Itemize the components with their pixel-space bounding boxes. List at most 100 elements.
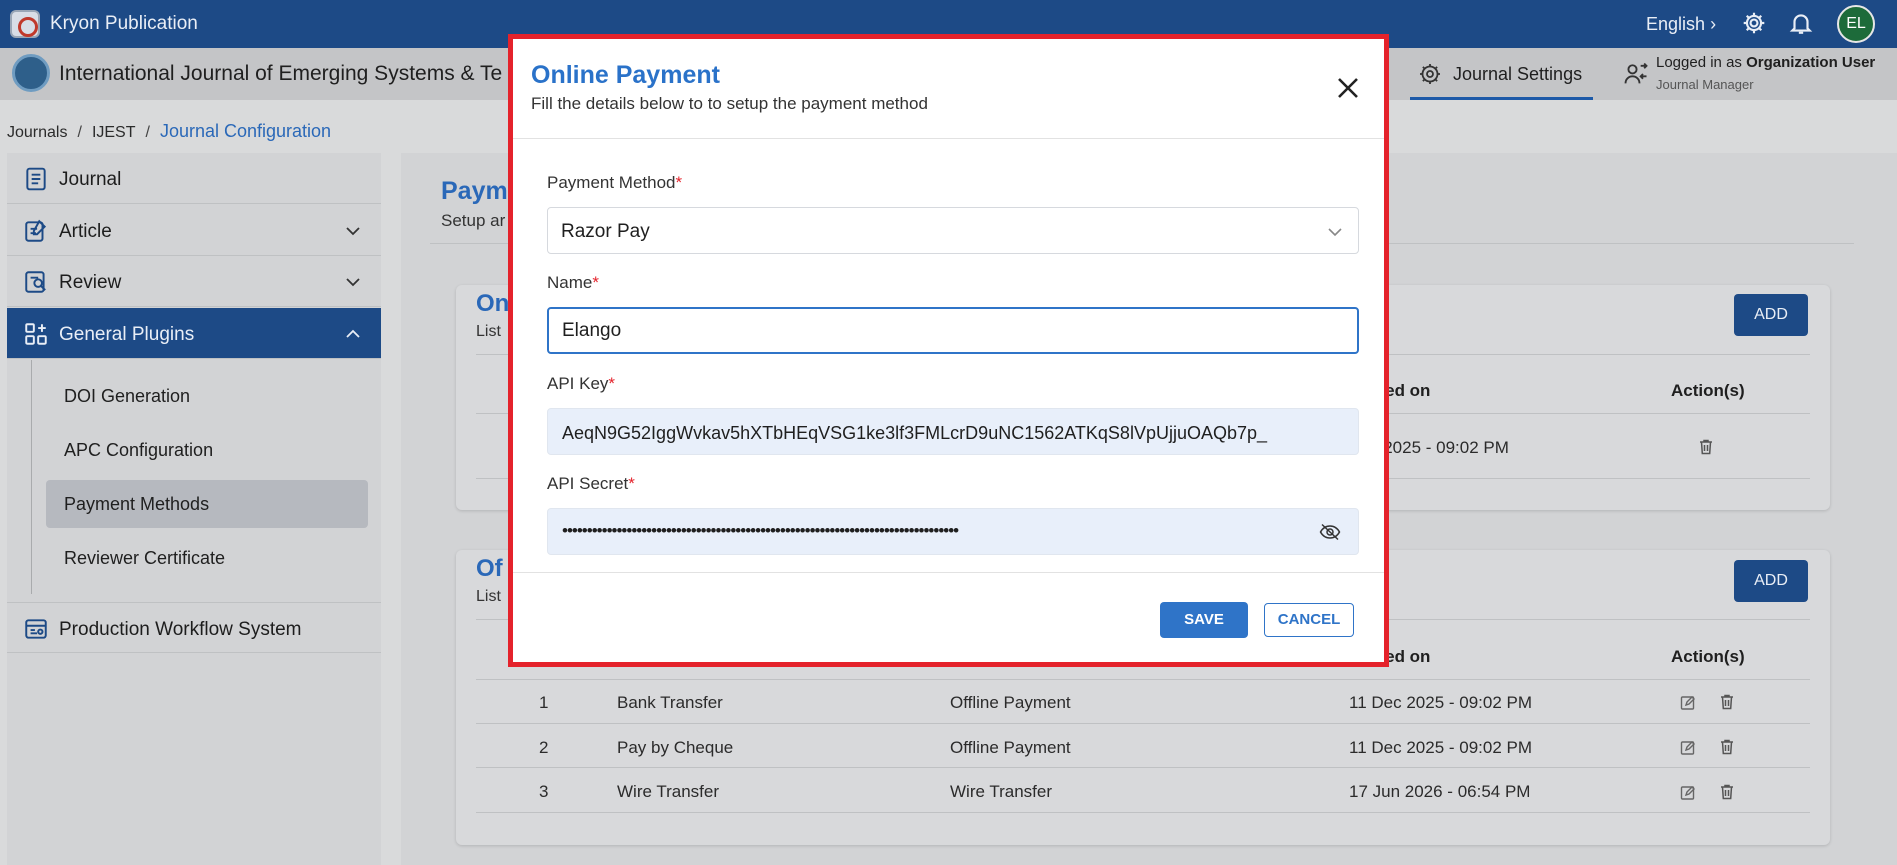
required-mark: * — [608, 374, 616, 393]
language-label: English — [1646, 14, 1706, 34]
chevron-down-icon — [1328, 228, 1342, 237]
edit-icon[interactable] — [1679, 784, 1697, 802]
required-mark: * — [675, 173, 683, 192]
users-switch-icon — [1624, 62, 1648, 84]
api-secret-label: API Secret* — [547, 474, 635, 494]
breadcrumb-separator: / — [77, 124, 82, 141]
col-actions: Action(s) — [1671, 647, 1745, 666]
journal-logo — [12, 54, 50, 92]
modal-subtitle: Fill the details below to to setup the p… — [531, 94, 928, 113]
required-mark: * — [628, 474, 635, 493]
trash-icon[interactable] — [1718, 738, 1736, 756]
subitem-label: Reviewer Certificate — [64, 548, 226, 568]
name-field[interactable] — [547, 307, 1359, 354]
document-icon — [26, 167, 46, 191]
online-row-date: c 2025 - 09:02 PM — [1370, 438, 1509, 457]
breadcrumb-journals[interactable]: Journals — [7, 124, 67, 141]
logged-prefix: Logged in as — [1656, 54, 1747, 71]
sidebar-item-journal[interactable]: Journal — [7, 153, 381, 204]
modal-footer-divider — [513, 572, 1384, 573]
bell-icon[interactable] — [1788, 10, 1814, 36]
api-key-field[interactable]: AeqN9G52IggWvkav5hXTbHEqVSG1ke3lf3FMLcrD… — [547, 408, 1359, 455]
trash-icon[interactable] — [1718, 783, 1736, 801]
row-type: Wire Transfer — [950, 782, 1053, 801]
row-no: 1 — [539, 693, 549, 712]
sidebar-subitem-doi-generation[interactable]: DOI Generation — [46, 372, 368, 420]
avatar[interactable]: EL — [1837, 5, 1875, 43]
eye-off-icon[interactable] — [1319, 523, 1341, 541]
page-title: Paym — [441, 177, 508, 205]
journal-settings-label: Journal Settings — [1453, 64, 1583, 84]
save-button[interactable]: SAVE — [1160, 602, 1248, 638]
api-key-value: AeqN9G52IggWvkav5hXTbHEqVSG1ke3lf3FMLcrD… — [562, 423, 1268, 443]
row-name: Wire Transfer — [617, 782, 720, 801]
edit-icon[interactable] — [1679, 739, 1697, 757]
online-add-button[interactable]: ADD — [1734, 294, 1808, 336]
divider — [476, 812, 1810, 813]
online-payment-modal: Online Payment Fill the details below to… — [508, 34, 1389, 667]
cancel-button[interactable]: CANCEL — [1264, 603, 1354, 637]
edit-icon[interactable] — [1679, 694, 1697, 712]
workflow-icon — [25, 619, 47, 639]
kryon-logo[interactable] — [10, 10, 40, 38]
modal-title: Online Payment — [531, 61, 720, 89]
row-date: 17 Jun 2026 - 06:54 PM — [1349, 782, 1531, 801]
label-text: Name — [547, 273, 593, 292]
chevron-down-icon — [346, 227, 360, 236]
sidebar-subitem-apc-configuration[interactable]: APC Configuration — [46, 426, 368, 474]
payment-method-select[interactable]: Razor Pay — [547, 207, 1359, 254]
api-secret-field[interactable]: ••••••••••••••••••••••••••••••••••••••••… — [547, 508, 1359, 555]
gear-icon[interactable] — [1741, 10, 1767, 36]
close-icon[interactable] — [1333, 73, 1363, 103]
offline-add-button[interactable]: ADD — [1734, 560, 1808, 602]
edit-document-icon — [25, 219, 47, 242]
row-date: 11 Dec 2025 - 09:02 PM — [1349, 693, 1533, 712]
sidebar-item-production-workflow[interactable]: Production Workflow System — [7, 602, 381, 653]
logged-user: Organization User — [1746, 54, 1876, 71]
sidebar-label-general-plugins: General Plugins — [59, 324, 195, 345]
divider — [476, 723, 1810, 724]
online-card-title: On — [476, 290, 510, 317]
sidebar-subitem-reviewer-certificate[interactable]: Reviewer Certificate — [46, 534, 368, 582]
subitem-label: DOI Generation — [64, 386, 191, 406]
sidebar-item-general-plugins[interactable]: General Plugins — [7, 308, 381, 359]
label-text: Payment Method — [547, 173, 676, 192]
logged-in-text: Logged in as Organization User — [1656, 54, 1875, 71]
name-label: Name* — [547, 273, 599, 293]
language-selector[interactable]: English › — [1646, 14, 1716, 35]
label-text: API Key — [547, 374, 609, 393]
row-no: 2 — [539, 738, 549, 757]
journal-title: International Journal of Emerging System… — [59, 62, 503, 85]
payment-method-value: Razor Pay — [561, 221, 650, 242]
row-name: Pay by Cheque — [617, 738, 734, 757]
brand-name[interactable]: Kryon Publication — [50, 13, 198, 35]
sidebar: Journal Article Review General Plugins D… — [7, 153, 381, 865]
submenu-line — [31, 360, 32, 594]
divider — [476, 679, 1810, 680]
trash-icon[interactable] — [1718, 693, 1736, 711]
sidebar-item-review[interactable]: Review — [7, 256, 381, 307]
divider — [476, 767, 1810, 768]
sidebar-label-journal: Journal — [59, 169, 122, 190]
plugins-icon — [25, 323, 47, 345]
label-text: API Secret — [547, 474, 629, 493]
breadcrumb-separator: / — [145, 124, 150, 141]
sidebar-label-review: Review — [59, 272, 122, 293]
sidebar-subitem-payment-methods[interactable]: Payment Methods — [46, 480, 368, 528]
name-input[interactable] — [562, 309, 1342, 352]
tab-journal-settings[interactable]: Journal Settings — [1410, 48, 1593, 100]
modal-header: Online Payment Fill the details below to… — [513, 39, 1384, 139]
chevron-right-icon: › — [1710, 14, 1717, 34]
trash-icon[interactable] — [1697, 438, 1715, 456]
payment-method-label: Payment Method* — [547, 173, 682, 193]
breadcrumb: Journals / IJEST / Journal Configuration — [7, 121, 331, 142]
row-type: Offline Payment — [950, 693, 1071, 712]
breadcrumb-ijest[interactable]: IJEST — [92, 124, 136, 141]
page-subtitle: Setup ar — [441, 211, 506, 230]
offline-card-subtitle: List — [476, 588, 501, 605]
sidebar-item-article[interactable]: Article — [7, 205, 381, 256]
offline-card-title: Of — [476, 555, 503, 582]
sidebar-label-production-workflow: Production Workflow System — [59, 619, 302, 640]
settings-icon — [1420, 64, 1440, 84]
breadcrumb-current: Journal Configuration — [159, 121, 332, 141]
